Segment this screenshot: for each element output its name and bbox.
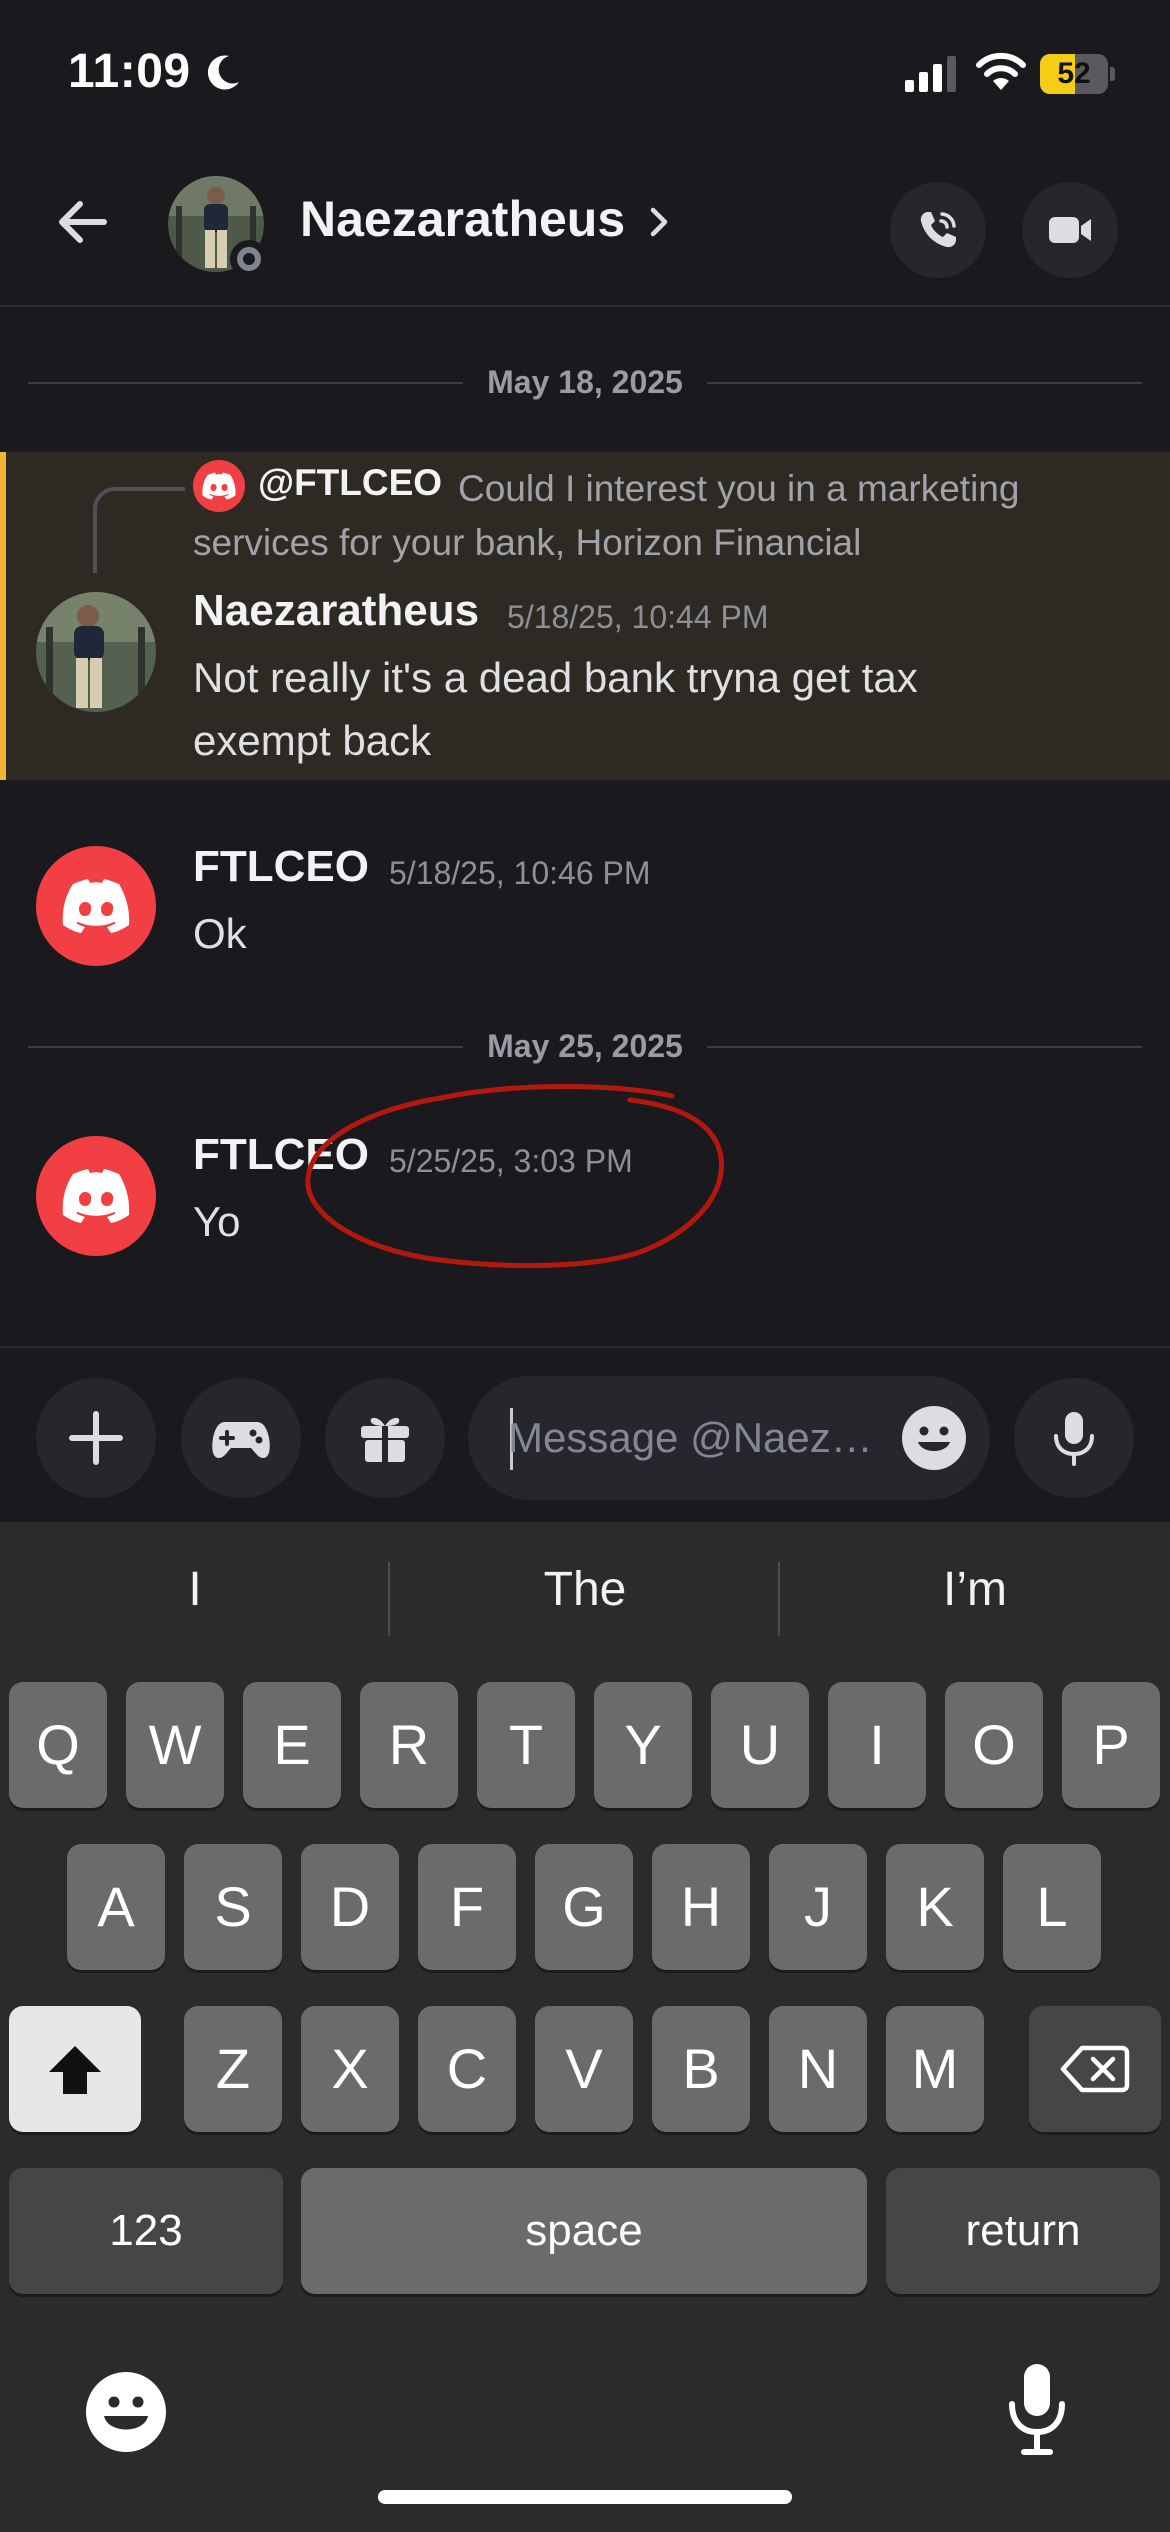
key-g[interactable]: G	[535, 1844, 633, 1970]
shift-arrow-icon	[49, 2046, 101, 2094]
battery-percentage: 52	[1057, 57, 1091, 90]
key-q[interactable]: Q	[9, 1682, 107, 1808]
key-n[interactable]: N	[769, 2006, 867, 2132]
gift-button[interactable]	[325, 1378, 445, 1498]
date-divider-label: May 25, 2025	[463, 1028, 707, 1064]
reply-author[interactable]: @FTLCEO	[258, 462, 442, 504]
delete-key[interactable]	[1029, 2006, 1161, 2132]
suggestion-item[interactable]: I’m	[780, 1562, 1170, 1617]
activities-button[interactable]	[181, 1378, 301, 1498]
key-j[interactable]: J	[769, 1844, 867, 1970]
key-a[interactable]: A	[67, 1844, 165, 1970]
message-input-container[interactable]	[468, 1376, 990, 1500]
dictation-microphone-icon[interactable]	[1006, 2362, 1068, 2458]
attach-button[interactable]	[36, 1378, 156, 1498]
status-time: 11:09	[68, 45, 191, 98]
plus-icon	[69, 1411, 123, 1465]
message-text: Yo	[193, 1198, 241, 1245]
message-timestamp: 5/18/25, 10:46 PM	[389, 855, 651, 891]
key-i[interactable]: I	[828, 1682, 926, 1808]
key-v[interactable]: V	[535, 2006, 633, 2132]
key-p[interactable]: P	[1062, 1682, 1160, 1808]
video-camera-icon	[1049, 217, 1091, 243]
key-d[interactable]: D	[301, 1844, 399, 1970]
voice-message-button[interactable]	[1014, 1378, 1134, 1498]
key-s[interactable]: S	[184, 1844, 282, 1970]
backspace-icon	[1060, 2045, 1130, 2093]
emoji-keyboard-icon[interactable]	[84, 2370, 168, 2454]
keyboard: I The I’m Q W E R T Y U I O P A S D F G …	[0, 1522, 1170, 2532]
key-l[interactable]: L	[1003, 1844, 1101, 1970]
message-text-line: exempt back	[193, 717, 432, 764]
moon-icon	[207, 55, 239, 90]
chat-header: Naezaratheus	[0, 150, 1170, 307]
chevron-right-icon[interactable]	[645, 204, 673, 240]
key-e[interactable]: E	[243, 1682, 341, 1808]
back-arrow-icon[interactable]	[52, 190, 116, 254]
message-avatar[interactable]	[36, 592, 156, 712]
phone-call-icon	[920, 212, 956, 248]
key-z[interactable]: Z	[184, 2006, 282, 2132]
microphone-icon	[1054, 1412, 1094, 1466]
space-key[interactable]: space	[301, 2168, 867, 2294]
message-author[interactable]: FTLCEO	[193, 842, 369, 892]
chat-title[interactable]: Naezaratheus	[300, 190, 625, 248]
video-call-button[interactable]	[1022, 182, 1118, 278]
key-m[interactable]: M	[886, 2006, 984, 2132]
key-c[interactable]: C	[418, 2006, 516, 2132]
battery-icon: 52	[1040, 54, 1115, 94]
key-w[interactable]: W	[126, 1682, 224, 1808]
message-text: Not really it's a dead bank tryna get ta…	[193, 646, 918, 772]
key-r[interactable]: R	[360, 1682, 458, 1808]
message-author[interactable]: Naezaratheus	[193, 586, 479, 636]
date-divider-label: May 18, 2025	[463, 364, 707, 400]
key-f[interactable]: F	[418, 1844, 516, 1970]
suggestion-item[interactable]: I	[0, 1562, 390, 1617]
key-t[interactable]: T	[477, 1682, 575, 1808]
key-k[interactable]: K	[886, 1844, 984, 1970]
discord-logo-icon	[62, 879, 130, 933]
discord-logo-icon	[202, 472, 236, 500]
gamepad-icon	[212, 1422, 270, 1458]
discord-logo-icon	[62, 1169, 130, 1223]
key-x[interactable]: X	[301, 2006, 399, 2132]
message-avatar[interactable]	[36, 846, 156, 966]
message-avatar[interactable]	[36, 1136, 156, 1256]
message-input[interactable]	[508, 1402, 908, 1474]
emoji-icon[interactable]	[900, 1404, 968, 1472]
home-indicator[interactable]	[378, 2490, 792, 2504]
suggestion-item[interactable]: The	[390, 1562, 780, 1617]
key-h[interactable]: H	[652, 1844, 750, 1970]
message-text: Ok	[193, 910, 247, 957]
date-divider: May 18, 2025	[28, 362, 1142, 402]
return-key[interactable]: return	[886, 2168, 1160, 2294]
annotation-circle	[305, 1083, 724, 1269]
shift-key[interactable]	[9, 2006, 141, 2132]
composer-bar	[0, 1346, 1170, 1522]
numbers-key[interactable]: 123	[9, 2168, 283, 2294]
voice-call-button[interactable]	[890, 182, 986, 278]
reply-avatar	[193, 460, 245, 512]
wifi-icon	[976, 52, 1026, 90]
reply-connector	[93, 487, 185, 573]
offline-status-icon	[237, 247, 261, 271]
key-o[interactable]: O	[945, 1682, 1043, 1808]
status-bar: 11:09 52	[0, 0, 1170, 150]
key-b[interactable]: B	[652, 2006, 750, 2132]
gift-icon	[361, 1417, 409, 1462]
key-y[interactable]: Y	[594, 1682, 692, 1808]
message-timestamp: 5/18/25, 10:44 PM	[507, 599, 769, 635]
date-divider: May 25, 2025	[28, 1026, 1142, 1066]
message-text-line: Not really it's a dead bank tryna get ta…	[193, 654, 918, 701]
cellular-signal-icon	[905, 56, 956, 92]
key-u[interactable]: U	[711, 1682, 809, 1808]
